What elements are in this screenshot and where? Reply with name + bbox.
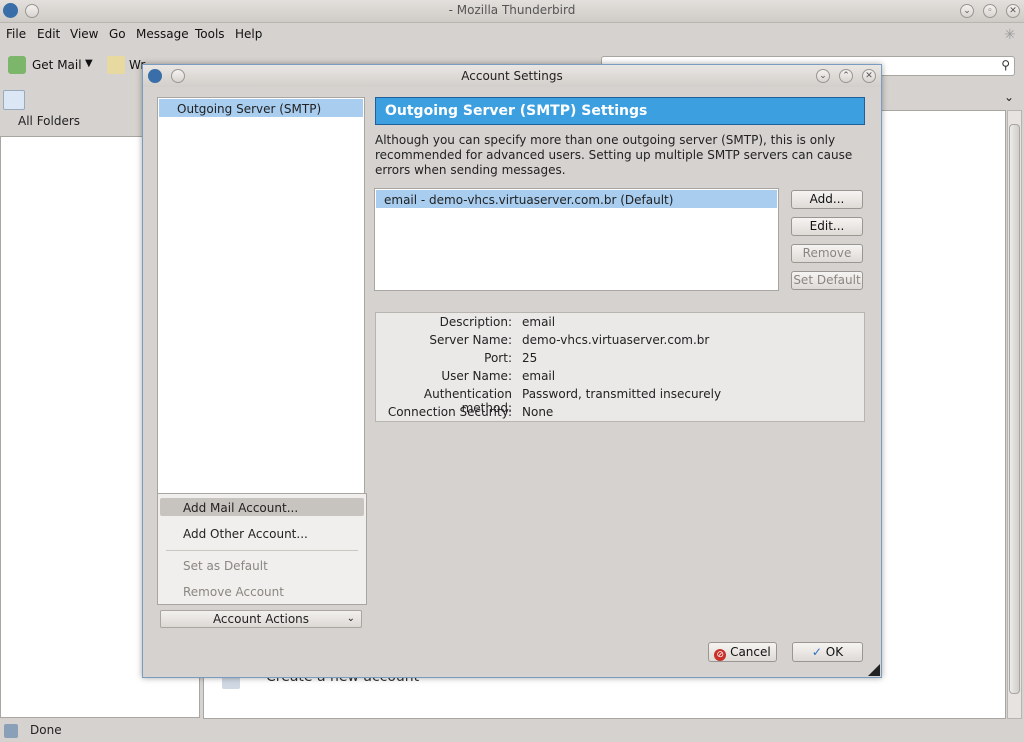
search-icon[interactable]: ⚲ [1001, 58, 1010, 72]
add-other-account-item[interactable]: Add Other Account... [183, 527, 308, 541]
connection-security-value: None [522, 405, 554, 419]
chevron-down-icon: ⌄ [346, 613, 355, 624]
menu-help[interactable]: Help [235, 27, 262, 41]
account-tree-item-outgoing-server[interactable]: Outgoing Server (SMTP) [159, 99, 363, 117]
ok-button[interactable]: ✓ OK [792, 642, 863, 662]
port-label: Port: [484, 351, 512, 365]
settings-header: Outgoing Server (SMTP) Settings [375, 97, 865, 125]
account-actions-button[interactable]: Account Actions ⌄ [160, 610, 362, 628]
description-value: email [522, 315, 556, 329]
cancel-icon: ⊘ [714, 649, 727, 661]
menu-edit[interactable]: Edit [37, 27, 60, 41]
user-name-label: User Name: [441, 369, 512, 383]
dialog-maximize-button[interactable]: ⌃ [839, 69, 853, 83]
set-as-default-item[interactable]: Set as Default [183, 559, 268, 573]
account-actions-label: Account Actions [212, 612, 310, 626]
activity-spinner-icon: ✳ [1004, 27, 1016, 43]
folder-tab-icon[interactable] [3, 90, 25, 110]
account-tree-item-label: Outgoing Server (SMTP) [177, 102, 322, 116]
main-titlebar: - Mozilla Thunderbird ⌄ ◦ ✕ [0, 0, 1024, 23]
menu-message[interactable]: Message [136, 27, 189, 41]
dialog-close-button[interactable]: ✕ [862, 69, 876, 83]
menu-separator [166, 550, 358, 551]
menu-file[interactable]: File [6, 27, 26, 41]
menu-tools[interactable]: Tools [195, 27, 225, 41]
menubar: File Edit View Go Message Tools Help ✳ [0, 22, 1024, 46]
server-name-label: Server Name: [429, 333, 512, 347]
get-mail-icon [8, 56, 26, 74]
dialog-titlebar: Account Settings ⌄ ⌃ ✕ [143, 65, 881, 87]
dialog-minimize-button[interactable]: ⌄ [816, 69, 830, 83]
get-mail-button[interactable]: Get Mail [32, 58, 82, 72]
account-tree[interactable]: Outgoing Server (SMTP) [157, 97, 365, 495]
scrollbar-thumb[interactable] [1009, 124, 1020, 694]
smtp-server-list[interactable]: email - demo-vhcs.virtuaserver.com.br (D… [374, 188, 779, 291]
dialog-title: Account Settings [461, 69, 563, 83]
resize-grip-icon[interactable] [868, 664, 880, 676]
check-icon: ✓ [811, 645, 822, 659]
window-title: - Mozilla Thunderbird [448, 3, 576, 17]
cancel-button[interactable]: ⊘ Cancel [708, 642, 777, 662]
status-icon [4, 724, 18, 738]
set-default-button[interactable]: Set Default [791, 271, 863, 290]
close-button[interactable]: ✕ [1006, 4, 1020, 18]
get-mail-dropdown-icon[interactable]: ▼ [85, 58, 93, 69]
settings-description: Although you can specify more than one o… [375, 133, 853, 177]
port-value: 25 [522, 351, 538, 365]
smtp-server-label: email - demo-vhcs.virtuaserver.com.br (D… [384, 193, 674, 207]
all-folders-label[interactable]: All Folders [18, 114, 80, 128]
chevron-down-icon[interactable]: ⌄ [1004, 90, 1014, 104]
auth-method-value: Password, transmitted insecurely [522, 387, 722, 401]
minimize-button[interactable]: ⌄ [960, 4, 974, 18]
statusbar: Done [0, 720, 1024, 742]
server-details: Description: email Server Name: demo-vhc… [375, 312, 865, 422]
add-button[interactable]: Add... [791, 190, 863, 209]
ok-label: OK [825, 645, 844, 659]
status-text: Done [30, 723, 62, 737]
server-name-value: demo-vhcs.virtuaserver.com.br [522, 333, 710, 347]
description-label: Description: [439, 315, 512, 329]
menu-view[interactable]: View [70, 27, 98, 41]
connection-security-label: Connection Security: [387, 405, 512, 419]
remove-account-item[interactable]: Remove Account [183, 585, 284, 599]
edit-button[interactable]: Edit... [791, 217, 863, 236]
smtp-server-item[interactable]: email - demo-vhcs.virtuaserver.com.br (D… [376, 190, 777, 208]
menu-go[interactable]: Go [109, 27, 126, 41]
write-icon [107, 56, 125, 74]
maximize-button[interactable]: ◦ [983, 4, 997, 18]
user-name-value: email [522, 369, 556, 383]
add-mail-account-item[interactable]: Add Mail Account... [183, 501, 298, 515]
account-actions-menu: Add Mail Account... Add Other Account...… [157, 493, 367, 605]
account-settings-dialog: Account Settings ⌄ ⌃ ✕ Outgoing Server (… [142, 64, 882, 678]
remove-button[interactable]: Remove [791, 244, 863, 263]
cancel-label: Cancel [730, 645, 771, 659]
